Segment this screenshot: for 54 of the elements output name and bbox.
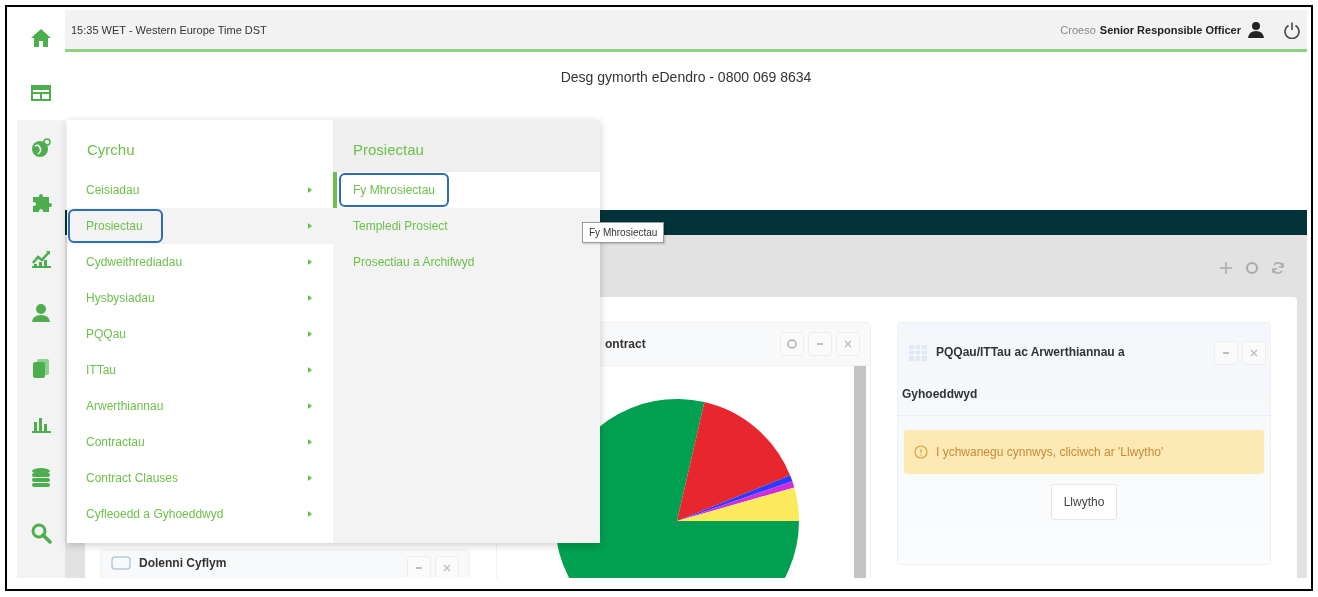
user-icon[interactable] [1247,20,1265,39]
widget-title: Dolenni Cyflym [139,556,228,570]
close-icon[interactable] [1248,347,1260,359]
menu-item[interactable]: Contractau [67,424,333,460]
search-icon[interactable] [30,521,52,544]
database-icon[interactable] [30,466,52,489]
caret-icon [307,258,313,266]
menu-item[interactable]: Arwerthiannau [67,388,333,424]
settings-icon[interactable] [786,338,798,350]
widget-title: PQQau/ITTau ac Arwerthiannau a [936,345,1125,359]
power-icon[interactable] [1283,20,1301,39]
globe-icon[interactable] [30,136,52,159]
help-desk-text: Desg gymorth eDendro - 0800 069 8634 [560,69,812,87]
plus-icon[interactable] [1219,261,1233,275]
widget-title: ontract [605,337,647,351]
menu-item[interactable]: Cyfleoedd a Gyhoeddwyd [67,496,333,532]
caret-icon [307,366,313,374]
caret-icon [307,294,313,302]
menu-item[interactable]: Cydweithrediadau [67,244,333,280]
home-icon[interactable] [30,26,52,49]
menu-item[interactable]: Prosiectau [67,208,333,244]
menu-item[interactable]: PQQau [67,316,333,352]
close-icon[interactable] [441,562,453,574]
user-name: Senior Responsible Officer [1099,23,1241,36]
caret-icon [307,330,313,338]
info-icon [914,445,928,459]
caret-icon [307,510,313,518]
tooltip: Fy Mhrosiectau [582,222,665,243]
scrollbar[interactable] [854,366,866,578]
submenu-item[interactable]: Fy Mhrosiectau [333,172,600,208]
caret-icon [307,438,313,446]
menu-item[interactable]: Hysbysiadau [67,280,333,316]
caret-icon [307,402,313,410]
submenu-item[interactable]: Prosectiau a Archifwyd [333,244,600,280]
refresh-icon[interactable] [1271,261,1285,275]
caret-icon [307,222,313,230]
menu-item[interactable]: Ceisiadau [67,172,333,208]
load-button[interactable]: Llwytho [1050,484,1118,520]
documents-icon[interactable] [30,356,52,379]
menu-heading: Cyrchu [86,139,136,160]
greeting-text: Croeso [1060,23,1096,36]
close-icon[interactable] [842,338,854,350]
table-icon [908,343,928,362]
window-icon [111,556,131,570]
puzzle-icon[interactable] [30,191,52,214]
settings-icon[interactable] [1245,261,1259,275]
alert-text: I ychwanegu cynnwys, cliciwch ar 'Llwytho' [936,445,1164,459]
time-zone-text: 15:35 WET - Western Europe Time DST [71,23,267,36]
caret-icon [307,474,313,482]
menu-item[interactable]: ITTau [67,352,333,388]
widget-title: Gyhoeddwyd [902,386,979,403]
submenu-heading: Prosiectau [333,120,600,172]
menu-item[interactable]: Contract Clauses [67,460,333,496]
caret-icon [307,186,313,194]
